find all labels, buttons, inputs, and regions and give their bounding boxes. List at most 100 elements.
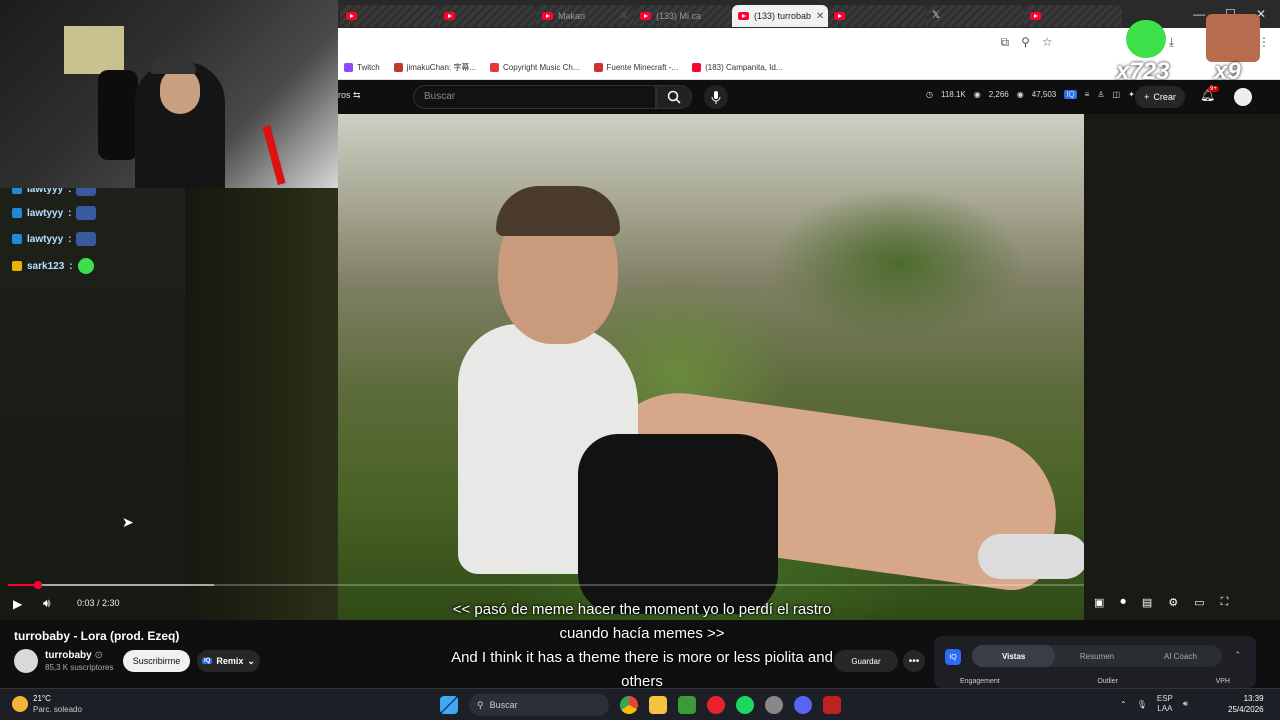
- chat-message: sark123 :: [12, 258, 94, 274]
- weather-sun-icon[interactable]: [12, 696, 28, 712]
- browser-tab[interactable]: [1024, 5, 1122, 27]
- video-player[interactable]: [185, 114, 1280, 620]
- chevron-up-icon[interactable]: ⌃: [1234, 650, 1242, 661]
- file-explorer-icon[interactable]: [649, 696, 667, 714]
- twitch-icon: [344, 63, 353, 72]
- app-icon[interactable]: [823, 696, 841, 714]
- bookmark-item[interactable]: Twitch: [344, 63, 380, 72]
- tab-ai-coach[interactable]: AI Coach: [1139, 645, 1222, 667]
- vidiq-icon[interactable]: IQ: [945, 649, 961, 665]
- video-frame[interactable]: [338, 114, 1088, 620]
- windows-start-icon[interactable]: [440, 696, 458, 714]
- volume-icon[interactable]: 🔊︎: [43, 596, 51, 611]
- clock-icon: ◷: [926, 90, 933, 99]
- spotify-icon[interactable]: [736, 696, 754, 714]
- autoplay-toggle-icon[interactable]: ⏺: [1120, 596, 1126, 609]
- create-button[interactable]: + Crear: [1135, 86, 1185, 108]
- bookmark-item[interactable]: Copyright Music Ch...: [490, 63, 580, 72]
- taskbar-search[interactable]: ⚲ Buscar: [469, 694, 609, 716]
- opera-icon[interactable]: [707, 696, 725, 714]
- download-icon[interactable]: ⤓: [1169, 35, 1174, 50]
- fullscreen-icon[interactable]: ⛶: [1221, 596, 1229, 609]
- search-input[interactable]: Buscar: [413, 85, 656, 109]
- voice-search-button[interactable]: [704, 85, 728, 109]
- close-tab-icon[interactable]: ✕: [816, 11, 824, 22]
- progress-scrubber[interactable]: [34, 581, 42, 589]
- vidiq-player-icon[interactable]: ▣: [1094, 596, 1104, 609]
- subtitle-line: cuando hacía memes >>: [559, 625, 725, 642]
- youtube-icon: [444, 12, 455, 20]
- microphone-icon: [711, 90, 721, 104]
- stream-chat-overlay: lawtyyy: lawtyyy : lawtyyy : sark123 :: [0, 182, 185, 620]
- close-tab-icon[interactable]: ✕: [620, 11, 628, 22]
- browser-tab[interactable]: [340, 5, 438, 27]
- bookmark-item[interactable]: (183) Campanita, Id...: [692, 63, 782, 72]
- bookmark-item[interactable]: Fuente Minecraft -...: [593, 63, 678, 72]
- extension-icon[interactable]: ◫: [1113, 90, 1121, 99]
- video-scene-shoe: [978, 534, 1088, 579]
- search-icon: ⚲: [477, 699, 484, 710]
- time-display: 0:03 / 2:30: [77, 598, 120, 608]
- install-app-icon[interactable]: ⧉: [1001, 35, 1010, 50]
- browser-tab-active[interactable]: (133) turrobab ✕: [732, 5, 828, 27]
- steam-icon[interactable]: [765, 696, 783, 714]
- trophy-icon[interactable]: ♙: [1097, 90, 1104, 99]
- remix-button[interactable]: IQ Remix ⌄: [197, 650, 260, 672]
- green-blob-emote-icon: [1126, 20, 1166, 58]
- settings-gear-icon[interactable]: ⚙: [1168, 596, 1178, 609]
- chat-source-icon: [12, 261, 22, 271]
- volume-icon[interactable]: 🔊︎: [1183, 699, 1188, 709]
- list-icon[interactable]: ≡: [1085, 90, 1090, 99]
- eye-icon: ◉: [973, 90, 981, 99]
- channel-avatar[interactable]: [14, 649, 38, 673]
- channel-name[interactable]: turrobaby ⊙: [45, 650, 103, 661]
- tab-vistas[interactable]: Vistas: [972, 645, 1056, 667]
- browser-tab[interactable]: Makari ✕: [536, 5, 634, 27]
- video-title: turrobaby - Lora (prod. Ezeq): [14, 629, 180, 643]
- video-left-area: [185, 114, 338, 620]
- vidiq-icon[interactable]: IQ: [1064, 90, 1077, 99]
- bookmark-favicon-icon: [393, 63, 403, 72]
- webcam-streamer-cap: [150, 56, 196, 74]
- browser-tab[interactable]: 𝕏: [926, 5, 1024, 27]
- video-scene-shorts: [578, 434, 778, 614]
- search-button[interactable]: [656, 85, 692, 109]
- menu-fragment[interactable]: ros ⇆: [338, 90, 361, 101]
- browser-tab[interactable]: [828, 5, 926, 27]
- browser-tab[interactable]: (133) Mi ca: [634, 5, 732, 27]
- taskbar-apps: ⚲ Buscar: [440, 694, 841, 716]
- subscribe-button[interactable]: Suscribirme: [123, 650, 190, 672]
- youtube-icon: [834, 12, 845, 20]
- minecraft-icon[interactable]: [678, 696, 696, 714]
- chat-source-icon: [12, 234, 22, 244]
- tab-resumen[interactable]: Resumen: [1055, 645, 1138, 667]
- bookmark-star-icon[interactable]: ☆: [1042, 35, 1053, 50]
- webcam-chair: [98, 70, 138, 160]
- discord-icon[interactable]: [794, 696, 812, 714]
- zoom-icon[interactable]: ⚲: [1021, 35, 1030, 50]
- taskbar-clock[interactable]: 13:39 25/4/2026: [1228, 693, 1264, 715]
- subtitle-line: << pasó de meme hacer the moment yo lo p…: [452, 601, 832, 618]
- webcam-streamer-face: [160, 68, 200, 114]
- theater-mode-icon[interactable]: ▭: [1194, 596, 1204, 609]
- chevron-up-icon[interactable]: ⌃: [1120, 700, 1127, 709]
- chevron-down-icon: ⌄: [247, 655, 255, 666]
- user-avatar[interactable]: [1234, 88, 1252, 106]
- vidiq-stats: ◷ 118.1K ◉ 2,266 ◉ 47,503 IQ ≡ ♙ ◫ ✦: [926, 90, 1135, 99]
- vidiq-icon: IQ: [202, 658, 213, 664]
- webcam-red-light: [262, 124, 286, 186]
- chrome-icon[interactable]: [620, 696, 638, 714]
- sparkle-icon[interactable]: ✦: [1128, 90, 1135, 99]
- search-icon: [667, 90, 681, 104]
- subtitle-line: others: [621, 673, 663, 688]
- bookmark-item[interactable]: jimakuChan: 字幕...: [393, 62, 476, 73]
- youtube-icon: [542, 12, 553, 20]
- minimize-icon[interactable]: —: [1193, 7, 1205, 21]
- green-blob-emote-icon: [77, 258, 94, 274]
- vidiq-metrics: Engagement Outlier VPH: [960, 678, 1230, 685]
- microphone-icon[interactable]: 🎙︎: [1137, 700, 1147, 709]
- subtitles-icon[interactable]: ▤: [1142, 596, 1152, 609]
- browser-tab[interactable]: [438, 5, 536, 27]
- language-indicator[interactable]: ESP LAA: [1157, 694, 1173, 714]
- play-icon[interactable]: ▶: [13, 597, 22, 611]
